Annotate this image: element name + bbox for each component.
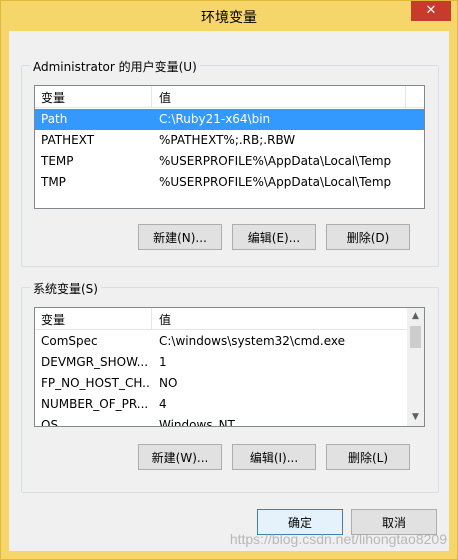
column-header-value[interactable]: 值 xyxy=(159,311,171,328)
scroll-thumb[interactable] xyxy=(410,326,421,348)
system-list-header: 变量 值 xyxy=(35,308,424,330)
close-icon: ✕ xyxy=(425,3,437,18)
scroll-down-icon[interactable]: ▼ xyxy=(407,409,424,426)
title-bar[interactable]: 环境变量 ✕ xyxy=(1,1,457,31)
list-item[interactable]: ComSpec C:\windows\system32\cmd.exe xyxy=(35,331,407,352)
user-variables-group: Administrator 的用户变量(U) 变量 值 Path C:\Ruby… xyxy=(21,58,439,267)
system-new-button[interactable]: 新建(W)... xyxy=(138,444,222,470)
system-edit-button[interactable]: 编辑(I)... xyxy=(232,444,316,470)
user-edit-button[interactable]: 编辑(E)... xyxy=(232,224,316,250)
system-variables-group: 系统变量(S) 变量 值 ComSpec C:\windows\system32… xyxy=(21,280,439,493)
list-item[interactable]: NUMBER_OF_PR... 4 xyxy=(35,394,407,415)
list-item[interactable]: OS Windows_NT xyxy=(35,415,407,426)
list-item[interactable]: DEVMGR_SHOW... 1 xyxy=(35,352,407,373)
environment-variables-dialog: 环境变量 ✕ Administrator 的用户变量(U) 变量 值 Path … xyxy=(0,0,458,560)
close-button[interactable]: ✕ xyxy=(411,1,451,21)
column-header-variable[interactable]: 变量 xyxy=(41,311,65,328)
user-list-header: 变量 值 xyxy=(35,86,424,108)
system-variables-list[interactable]: 变量 值 ComSpec C:\windows\system32\cmd.exe… xyxy=(34,307,425,427)
list-item[interactable]: TEMP %USERPROFILE%\AppData\Local\Temp xyxy=(35,151,424,172)
column-header-value[interactable]: 值 xyxy=(159,89,171,106)
column-header-variable[interactable]: 变量 xyxy=(41,89,65,106)
system-list-scrollbar[interactable]: ▲ ▼ xyxy=(407,308,424,426)
window-title: 环境变量 xyxy=(201,10,257,26)
list-item[interactable]: TMP %USERPROFILE%\AppData\Local\Temp xyxy=(35,172,424,193)
user-new-button[interactable]: 新建(N)... xyxy=(138,224,222,250)
system-variables-label: 系统变量(S) xyxy=(30,280,101,297)
list-item[interactable]: PATHEXT %PATHEXT%;.RB;.RBW xyxy=(35,130,424,151)
scroll-up-icon[interactable]: ▲ xyxy=(407,308,424,325)
system-delete-button[interactable]: 删除(L) xyxy=(326,444,410,470)
watermark: https://blog.csdn.net/lihongtao8209 xyxy=(229,531,447,547)
list-item[interactable]: FP_NO_HOST_CH... NO xyxy=(35,373,407,394)
user-variables-list[interactable]: 变量 值 Path C:\Ruby21-x64\bin PATHEXT %PAT… xyxy=(34,85,425,209)
list-item[interactable]: Path C:\Ruby21-x64\bin xyxy=(35,109,424,130)
dialog-body: Administrator 的用户变量(U) 变量 值 Path C:\Ruby… xyxy=(9,31,449,551)
user-delete-button[interactable]: 删除(D) xyxy=(326,224,410,250)
user-variables-label: Administrator 的用户变量(U) xyxy=(30,58,200,75)
